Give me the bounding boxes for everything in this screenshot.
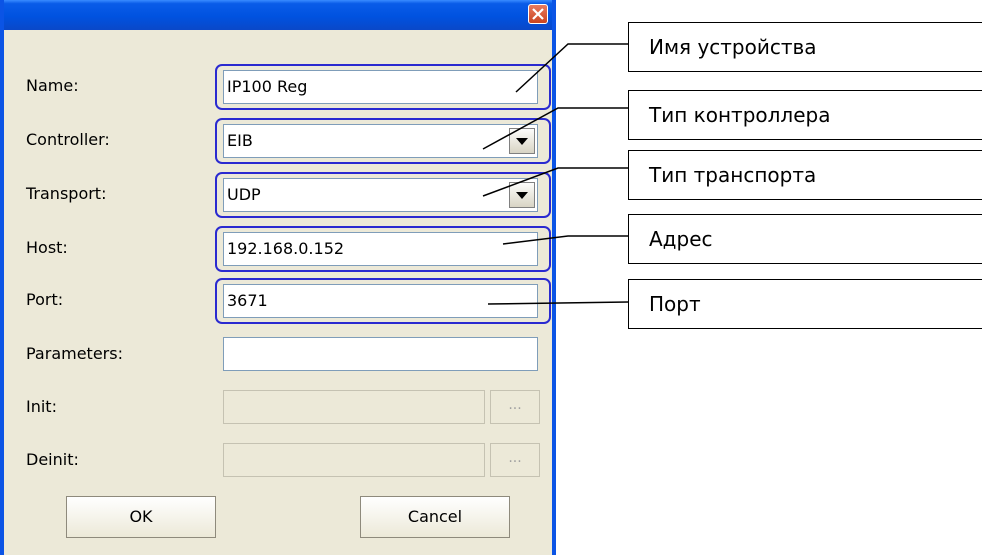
callout-controller: Тип контроллера: [628, 90, 982, 140]
callout-name: Имя устройства: [628, 22, 982, 72]
name-callout-line: [515, 43, 628, 93]
callout-host: Адрес: [628, 214, 982, 264]
port-callout-line: [487, 301, 629, 305]
controller-callout-line: [482, 107, 628, 150]
callout-lines: [482, 43, 629, 305]
transport-callout-line: [482, 167, 628, 197]
host-callout-line: [502, 235, 628, 245]
callout-transport: Тип транспорта: [628, 150, 982, 200]
callout-port: Порт: [628, 279, 982, 329]
